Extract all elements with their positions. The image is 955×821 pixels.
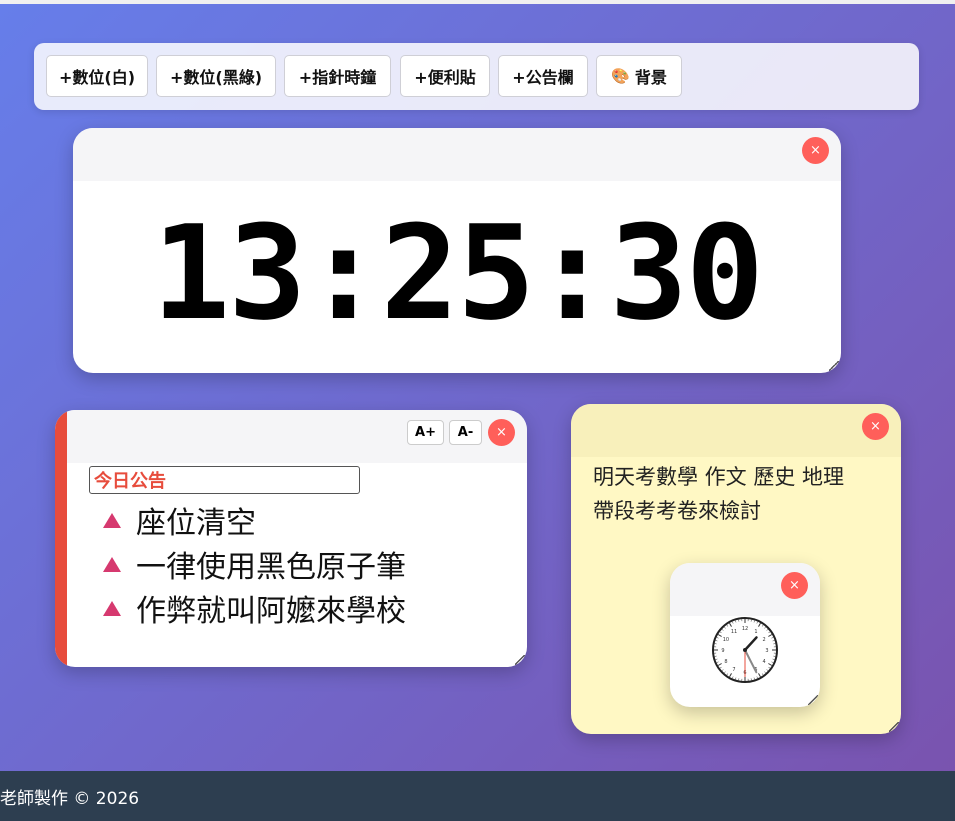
add-sticky-note-button[interactable]: +便利貼 bbox=[400, 55, 490, 97]
add-digital-white-button[interactable]: +數位(白) bbox=[46, 55, 148, 97]
footer-text: 老師製作 © 2026 bbox=[0, 788, 140, 809]
close-button[interactable]: × bbox=[862, 413, 889, 440]
close-button[interactable]: × bbox=[802, 137, 829, 164]
analog-clock-widget[interactable]: × 121234567891011 bbox=[670, 563, 820, 707]
font-decrease-button[interactable]: A- bbox=[449, 420, 482, 445]
list-item[interactable]: 一律使用黑色原子筆 bbox=[103, 542, 406, 586]
clock-center-pin bbox=[743, 648, 747, 652]
clock-numeral: 4 bbox=[762, 659, 765, 665]
digital-clock-widget[interactable]: × 13:25:30 bbox=[73, 128, 841, 373]
palette-icon: 🎨 bbox=[611, 67, 630, 85]
font-increase-button[interactable]: A+ bbox=[407, 420, 444, 445]
resize-handle[interactable] bbox=[889, 722, 899, 732]
widget-header[interactable] bbox=[73, 128, 841, 181]
sticky-note-text[interactable]: 明天考數學 作文 歷史 地理 帶段考考卷來檢討 bbox=[593, 460, 888, 528]
board-title-input[interactable] bbox=[89, 466, 360, 494]
clock-numeral: 1 bbox=[754, 629, 757, 635]
clock-numeral: 9 bbox=[721, 648, 724, 654]
close-button[interactable]: × bbox=[488, 419, 515, 446]
clock-numeral: 8 bbox=[724, 659, 727, 665]
triangle-bullet-icon bbox=[103, 512, 121, 528]
announcement-list: 座位清空 一律使用黑色原子筆 作弊就叫阿嬤來學校 bbox=[103, 498, 406, 630]
clock-numeral: 10 bbox=[723, 637, 729, 643]
bulletin-board-widget[interactable]: A+ A- × 座位清空 一律使用黑色原子筆 作弊就叫阿嬤來學校 bbox=[55, 410, 527, 667]
resize-handle[interactable] bbox=[808, 695, 818, 705]
resize-handle[interactable] bbox=[515, 655, 525, 665]
list-item[interactable]: 作弊就叫阿嬤來學校 bbox=[103, 586, 406, 630]
clock-numeral: 7 bbox=[732, 667, 735, 673]
clock-numeral: 12 bbox=[742, 626, 748, 632]
add-analog-clock-button[interactable]: +指針時鐘 bbox=[284, 55, 391, 97]
triangle-bullet-icon bbox=[103, 600, 121, 616]
clock-numeral: 3 bbox=[765, 648, 768, 654]
board-accent-stripe bbox=[55, 410, 67, 667]
footer: 老師製作 © 2026 bbox=[0, 771, 955, 821]
add-bulletin-board-button[interactable]: +公告欄 bbox=[498, 55, 588, 97]
resize-handle[interactable] bbox=[829, 361, 839, 371]
toolbar: +數位(白) +數位(黑綠) +指針時鐘 +便利貼 +公告欄 🎨 背景 bbox=[34, 43, 919, 110]
clock-numeral: 11 bbox=[731, 629, 737, 635]
background-button[interactable]: 🎨 背景 bbox=[596, 55, 682, 97]
clock-face: 121234567891011 bbox=[712, 617, 778, 683]
clock-numeral: 2 bbox=[762, 637, 765, 643]
digital-time-display: 13:25:30 bbox=[151, 197, 764, 349]
add-digital-dark-green-button[interactable]: +數位(黑綠) bbox=[156, 55, 276, 97]
top-border bbox=[0, 0, 955, 4]
list-item[interactable]: 座位清空 bbox=[103, 498, 406, 542]
triangle-bullet-icon bbox=[103, 556, 121, 572]
widget-header[interactable] bbox=[571, 404, 901, 457]
